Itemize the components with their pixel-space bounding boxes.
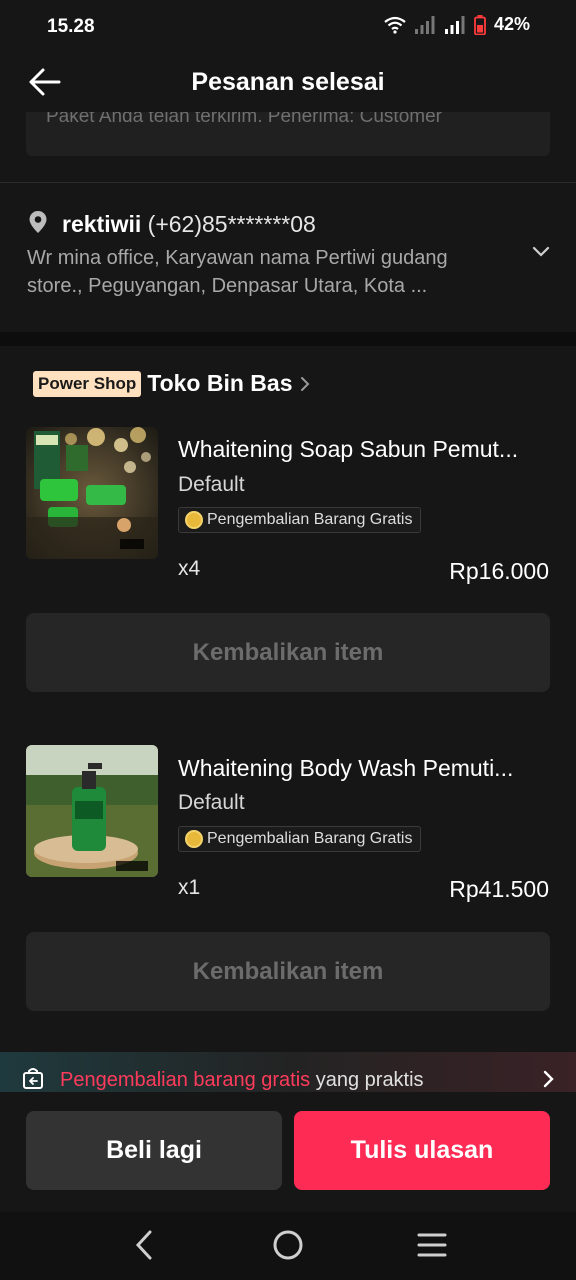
coin-icon (185, 830, 203, 848)
address-line-1: Wr mina office, Karyawan nama Pertiwi gu… (27, 247, 448, 269)
return-item-button[interactable]: Kembalikan item (26, 613, 550, 692)
shop-header[interactable]: Power Shop Toko Bin Bas (33, 370, 311, 397)
return-item-button[interactable]: Kembalikan item (26, 932, 550, 1011)
free-return-badge: Pengembalian Barang Gratis (178, 826, 422, 852)
shipping-address[interactable]: rektiwii (+62)85*******08 Wr mina office… (0, 200, 576, 330)
product-title[interactable]: Whaitening Soap Sabun Pemut... (178, 436, 550, 463)
shop-name: Toko Bin Bas (147, 370, 293, 396)
status-time: 15.28 (47, 16, 95, 37)
product-price: Rp16.000 (449, 558, 549, 584)
buy-again-button[interactable]: Beli lagi (26, 1111, 282, 1190)
write-review-button[interactable]: Tulis ulasan (294, 1111, 550, 1190)
wifi-icon (384, 16, 406, 34)
free-return-badge-label: Pengembalian Barang Gratis (207, 511, 413, 528)
nav-home-icon[interactable] (272, 1228, 304, 1262)
status-bar: 15.28 42% (0, 0, 576, 56)
power-shop-badge: Power Shop (33, 370, 142, 397)
divider (0, 182, 576, 183)
signal-weak-icon (414, 15, 435, 34)
coin-icon (185, 511, 203, 529)
product-quantity: x1 (178, 876, 201, 899)
free-return-text: Pengembalian barang gratis yang praktis (60, 1069, 424, 1092)
product-image[interactable] (26, 427, 158, 559)
product-variant: Default (178, 473, 245, 496)
chevron-right-icon (543, 1070, 554, 1088)
product-image[interactable] (26, 745, 158, 877)
nav-back-icon[interactable] (132, 1228, 156, 1262)
product-title[interactable]: Whaitening Body Wash Pemuti... (178, 755, 550, 782)
action-bar: Beli lagi Tulis ulasan (0, 1092, 576, 1212)
free-return-badge: Pengembalian Barang Gratis (178, 507, 422, 533)
free-return-badge-label: Pengembalian Barang Gratis (207, 830, 413, 847)
free-return-banner[interactable]: Pengembalian barang gratis yang praktis (0, 1052, 576, 1096)
battery-icon (474, 14, 486, 35)
tracking-status-text: Paket Anda telah terkirim. Penerima: Cus… (46, 112, 443, 127)
chevron-down-icon[interactable] (532, 246, 550, 258)
free-return-rest: yang praktis (310, 1069, 424, 1091)
address-line-2: store., Peguyangan, Denpasar Utara, Kota… (27, 275, 428, 297)
recipient-phone: (+62)85*******08 (147, 211, 316, 237)
signal-icon (444, 15, 465, 34)
battery-level: 42% (493, 14, 530, 34)
nav-menu-icon[interactable] (416, 1228, 448, 1262)
header: Pesanan selesai (0, 56, 576, 108)
product-quantity: x4 (178, 557, 201, 580)
product-price: Rp41.500 (449, 876, 549, 902)
location-pin-icon (29, 211, 47, 233)
recipient-name: rektiwii (62, 211, 142, 237)
free-return-highlight: Pengembalian barang gratis (60, 1069, 311, 1091)
page-title: Pesanan selesai (191, 68, 385, 96)
chevron-right-icon (300, 376, 309, 391)
tracking-status-box[interactable]: Paket Anda telah terkirim. Penerima: Cus… (26, 112, 550, 156)
product-variant: Default (178, 791, 245, 814)
section-separator (0, 332, 576, 346)
address-text: Wr mina office, Karyawan nama Pertiwi gu… (27, 244, 507, 300)
system-nav-bar (0, 1212, 576, 1280)
status-icons: 42% (384, 14, 530, 35)
recipient: rektiwii (+62)85*******08 (62, 211, 316, 238)
return-bag-icon (23, 1068, 43, 1089)
